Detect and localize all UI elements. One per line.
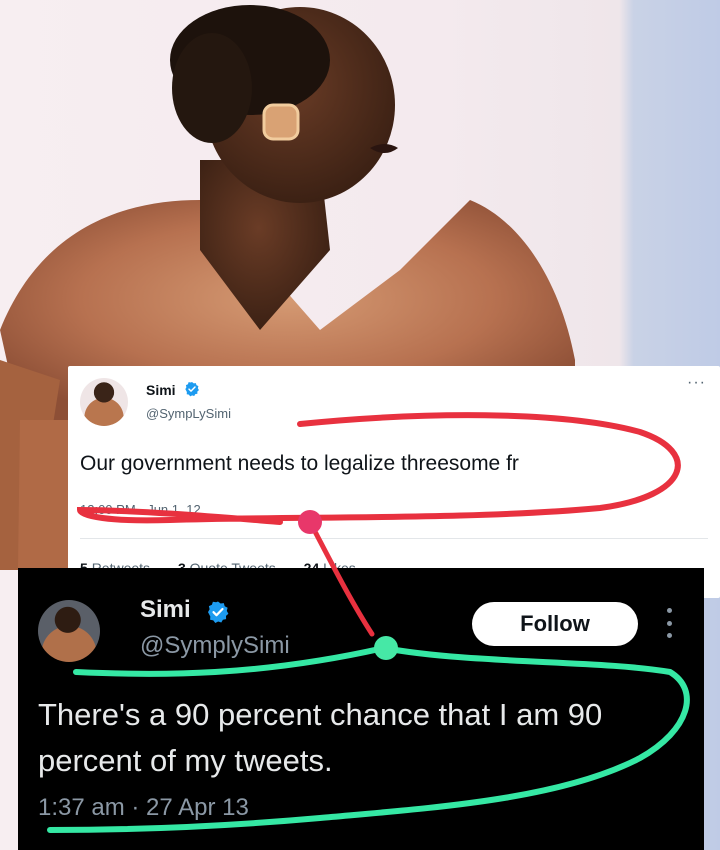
divider — [80, 538, 708, 539]
follow-button[interactable]: Follow — [472, 602, 638, 646]
display-name[interactable]: Simi — [146, 382, 176, 398]
username-handle[interactable]: @SympLySimi — [146, 406, 231, 421]
more-options-icon[interactable]: ··· — [687, 374, 706, 392]
avatar[interactable] — [80, 378, 128, 426]
verified-badge-icon — [206, 600, 230, 624]
display-name[interactable]: Simi — [140, 596, 191, 624]
tweet-card-light: Simi @SympLySimi ··· Our government need… — [68, 366, 720, 598]
tweet-timestamp[interactable]: 12:00 PM · Jun 1, 12 — [80, 502, 201, 517]
tweet-timestamp[interactable]: 1:37 am · 27 Apr 13 — [38, 794, 249, 822]
verified-badge-icon — [184, 381, 200, 397]
username-handle[interactable]: @SymplySimi — [140, 632, 290, 660]
tweet-text: Our government needs to legalize threeso… — [80, 452, 519, 475]
avatar[interactable] — [38, 600, 100, 662]
tweet-text: There's a 90 percent chance that I am 90… — [38, 697, 603, 778]
tweet-card-dark: Simi @SymplySimi Follow There's a 90 per… — [18, 568, 704, 850]
more-options-icon[interactable] — [664, 608, 674, 638]
